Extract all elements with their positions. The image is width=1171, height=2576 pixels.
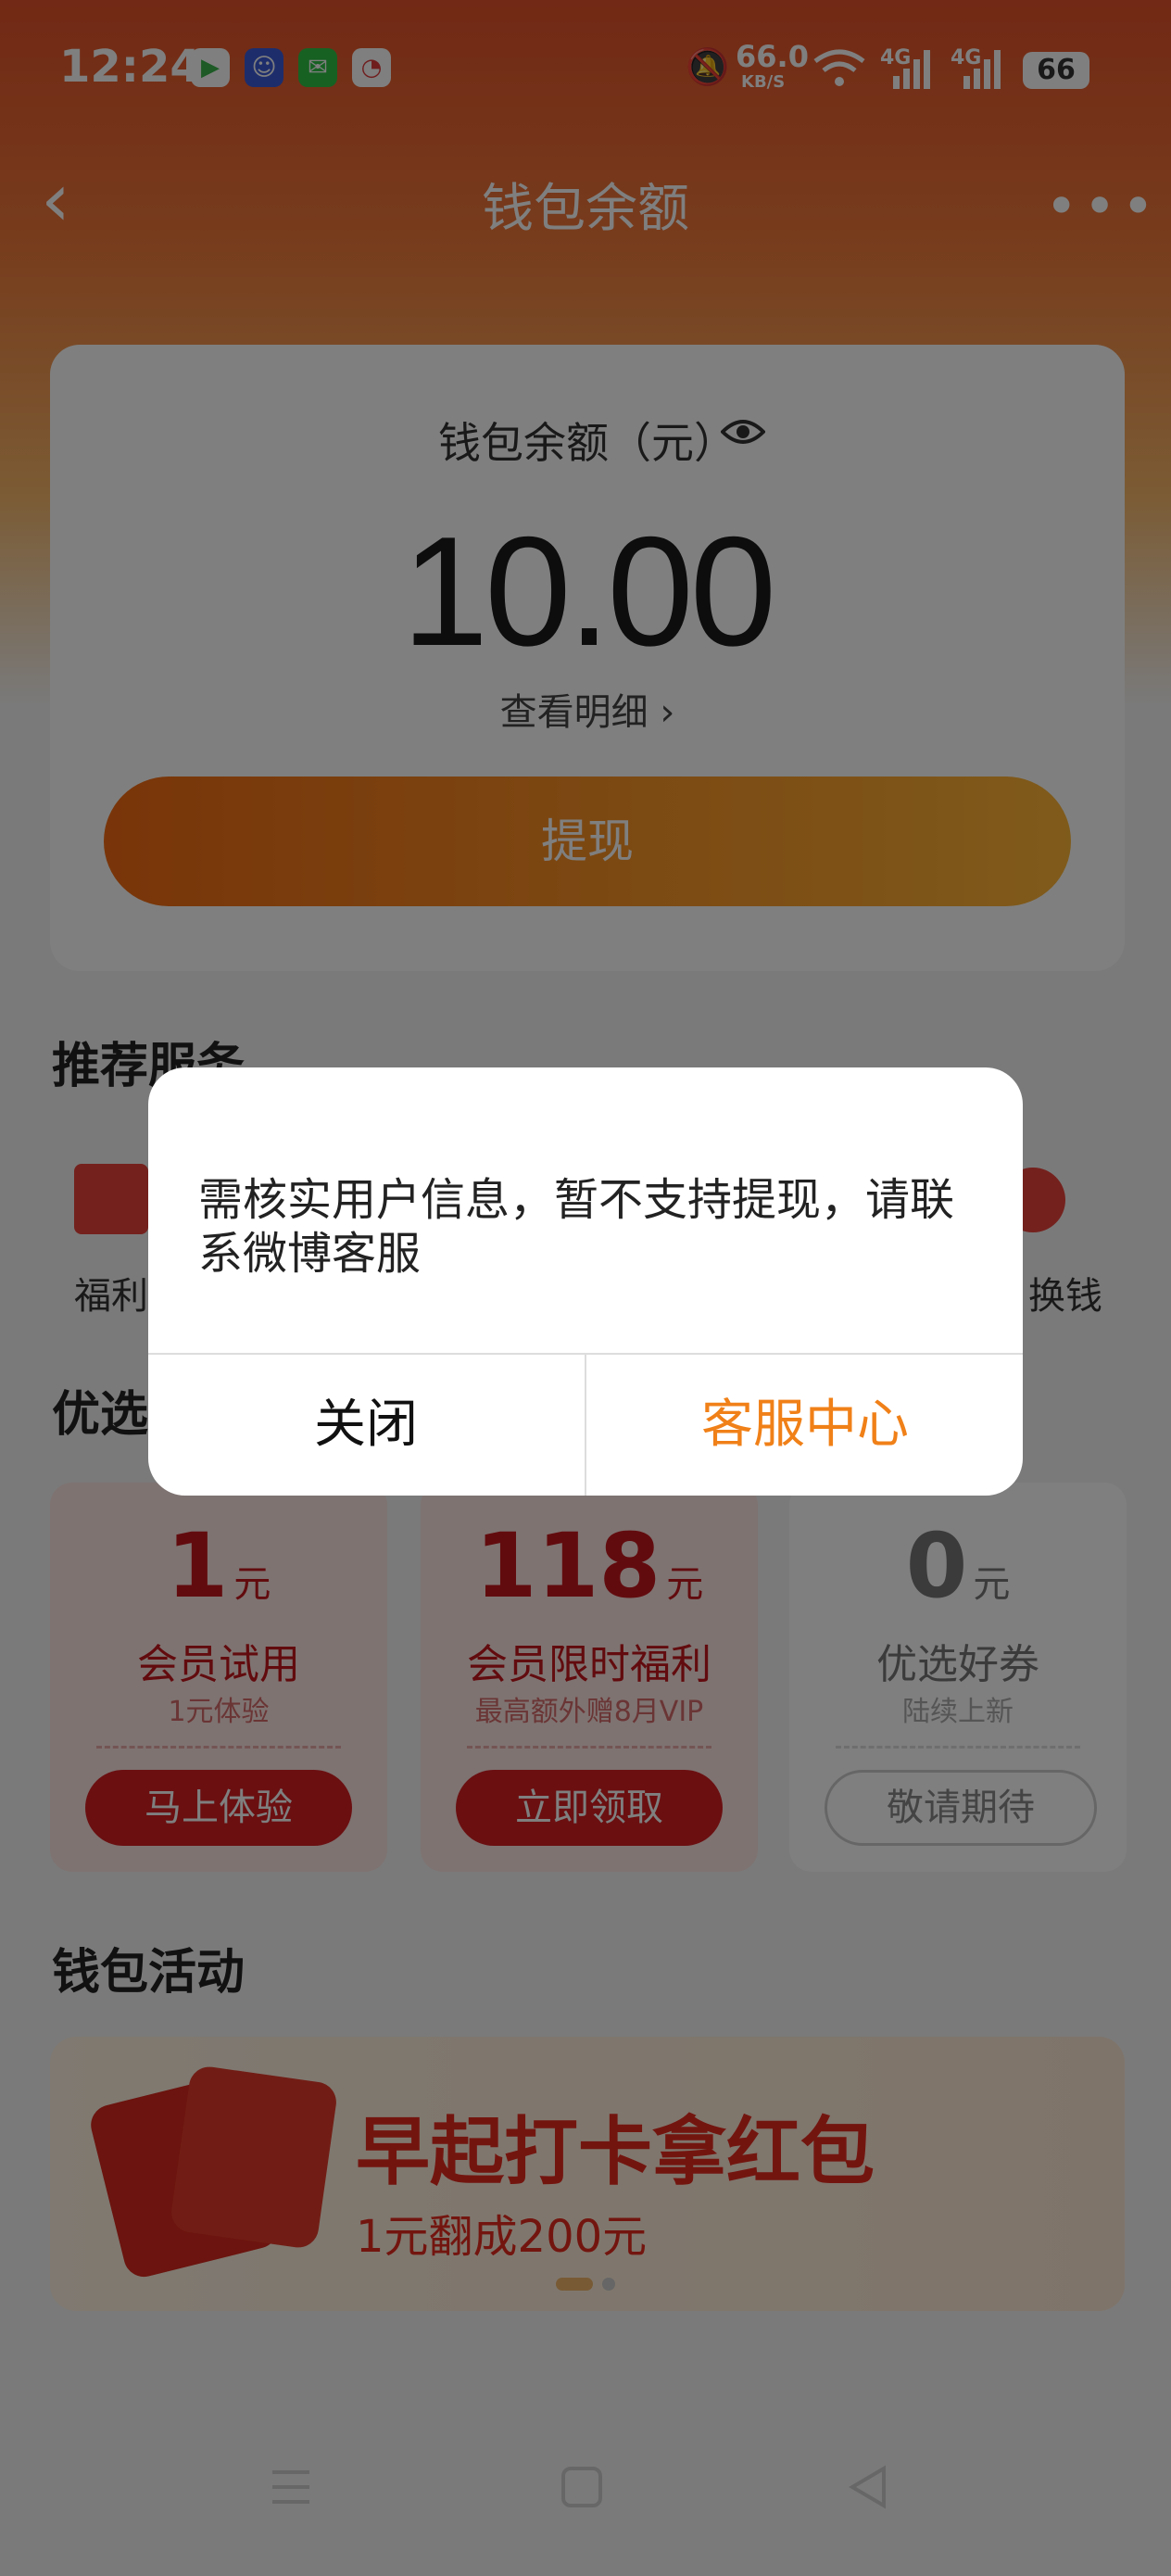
dialog-message: 需核实用户信息，暂不支持提现，请联系微博客服 (198, 1174, 955, 1280)
customer-service-button[interactable]: 客服中心 (587, 1355, 1023, 1496)
alert-dialog: 需核实用户信息，暂不支持提现，请联系微博客服 关闭 客服中心 (148, 1067, 1023, 1496)
dialog-button-divider (585, 1353, 586, 1496)
close-button[interactable]: 关闭 (148, 1355, 584, 1496)
